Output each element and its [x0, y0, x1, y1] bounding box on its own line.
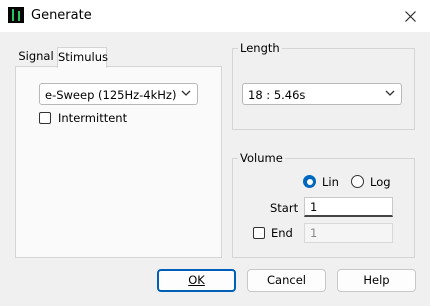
intermittent-label: Intermittent	[58, 111, 128, 125]
close-button[interactable]	[390, 0, 430, 32]
signal-type-dropdown[interactable]: e-Sweep (125Hz-4kHz)	[39, 83, 198, 105]
help-button-label: Help	[363, 273, 390, 287]
log-label: Log	[370, 175, 391, 189]
cancel-button-label: Cancel	[267, 273, 306, 287]
ok-button-label: OK	[188, 273, 205, 287]
app-icon	[8, 7, 24, 23]
intermittent-checkbox[interactable]	[39, 112, 51, 124]
volume-group-label: Volume	[238, 151, 285, 165]
cancel-button[interactable]: Cancel	[247, 269, 326, 292]
lin-radio[interactable]	[303, 175, 316, 188]
length-dropdown[interactable]: 18 : 5.46s	[242, 83, 402, 105]
tab-signal[interactable]: Signal	[15, 47, 57, 67]
log-radio[interactable]	[351, 175, 364, 188]
end-input[interactable]: 1	[304, 223, 393, 243]
chevron-down-icon	[181, 90, 191, 96]
ok-button[interactable]: OK	[157, 269, 236, 292]
signal-type-value: e-Sweep (125Hz-4kHz)	[45, 88, 177, 102]
close-icon	[404, 10, 416, 22]
end-label: End	[271, 226, 293, 240]
help-button[interactable]: Help	[337, 269, 416, 292]
length-value: 18 : 5.46s	[248, 88, 306, 102]
window-title: Generate	[31, 8, 92, 23]
end-checkbox[interactable]	[253, 227, 265, 239]
stimulus-tab-panel: e-Sweep (125Hz-4kHz) Intermittent	[15, 66, 222, 258]
start-input[interactable]: 1	[304, 197, 393, 217]
chevron-down-icon	[385, 90, 395, 96]
title-bar: Generate	[0, 0, 430, 32]
lin-label: Lin	[322, 175, 339, 189]
start-label: Start	[270, 201, 299, 215]
tab-stimulus[interactable]: Stimulus	[57, 47, 108, 68]
length-group-label: Length	[238, 41, 282, 55]
